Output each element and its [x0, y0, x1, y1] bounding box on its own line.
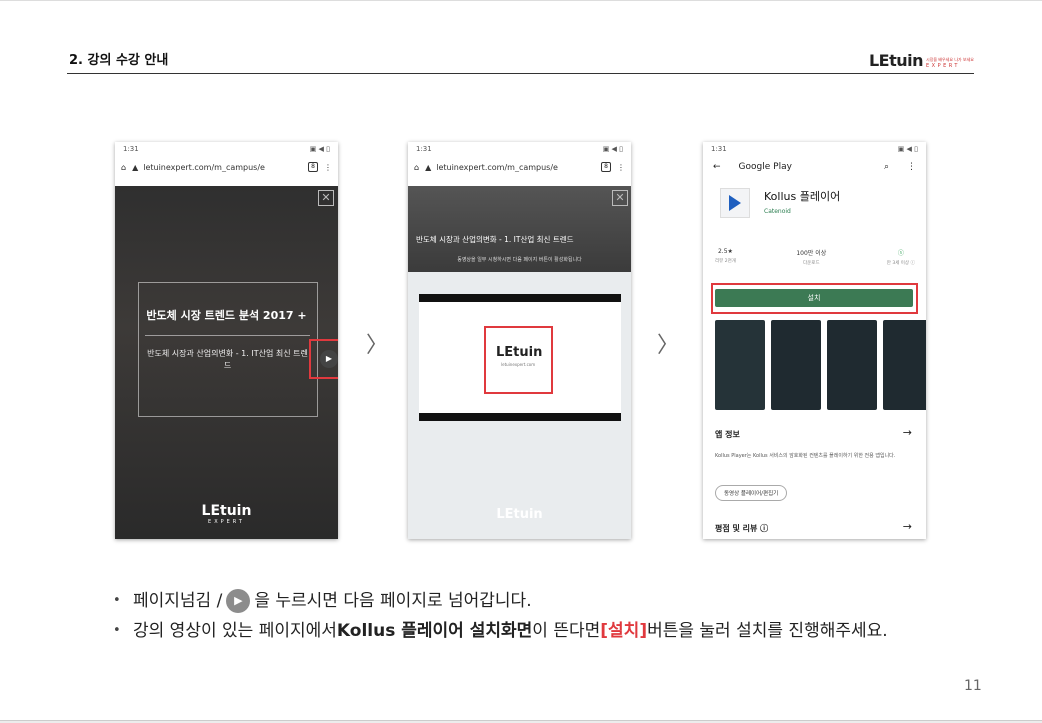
more-icon[interactable]: ⋮	[907, 162, 916, 172]
status-bar: 1:31 ▣ ◀ ▯	[123, 145, 330, 153]
highlight-box-video	[484, 326, 553, 394]
app-stats: 2.5★ 리뷰 2천개 100만 이상 다운로드 ⓢ 만 3세 이상 ⓘ	[715, 248, 915, 266]
chevron-right-icon: 〉	[657, 333, 680, 358]
slide: 2. 강의 수강 안내 LEtuin 시장을 배우세요 나가 보세요 EXPER…	[0, 0, 1042, 721]
back-arrow-icon[interactable]: ←	[713, 162, 721, 172]
app-screenshot[interactable]	[715, 320, 765, 410]
category-chip[interactable]: 동영상 플레이어/편집기	[715, 485, 788, 501]
lecture-notice: 동영상을 일부 시청하시면 다음 페이지 버튼이 활성화됩니다	[457, 257, 582, 263]
app-screenshots[interactable]	[715, 320, 926, 410]
app-screenshot[interactable]	[771, 320, 821, 410]
app-summary: Kollus 플레이어 Catenoid	[703, 178, 926, 218]
more-icon[interactable]: ⋮	[324, 163, 332, 172]
browser-address-bar: ⌂ ▲ letuinexpert.com/m_campus/e 8 ⋮	[408, 156, 631, 178]
play-circle-icon: ▶	[226, 589, 251, 613]
phone-screenshot-course-player: 1:31 ▣ ◀ ▯ ⌂ ▲ letuinexpert.com/m_campus/e…	[115, 142, 338, 539]
header-divider	[67, 73, 974, 74]
video-letterbox-bottom	[419, 413, 621, 421]
app-description: Kollus Player는 Kollus 서비스의 암호화된 컨텐츠를 플레이…	[715, 453, 896, 459]
course-subtitle: 반도체 시장과 산업의변화 - 1. IT산업 최신 트렌드	[147, 349, 308, 370]
app-name: Kollus 플레이어	[764, 190, 841, 203]
app-screenshot[interactable]	[883, 320, 926, 410]
arrow-right-icon[interactable]: →	[903, 426, 912, 439]
section-title: 2. 강의 수강 안내	[69, 53, 169, 68]
letuin-logo: LEtuin 시장을 배우세요 나가 보세요 EXPERT	[868, 51, 974, 70]
close-icon[interactable]: ✕	[612, 190, 628, 206]
instruction-list: • 페이지넘김 / ▶ 을 누르시면 다음 페이지로 넘어갑니다. • 강의 영…	[113, 586, 888, 646]
page-number: 11	[964, 678, 982, 694]
highlight-box-play	[309, 339, 338, 379]
chevron-right-icon: 〉	[366, 333, 389, 358]
warning-icon: ▲	[425, 162, 432, 172]
kollus-app-icon	[720, 188, 750, 218]
course-title: 반도체 시장 트렌드 분석 2017 +	[146, 309, 307, 322]
app-screenshot[interactable]	[827, 320, 877, 410]
instruction-item: • 강의 영상이 있는 페이지에서 Kollus 플레이어 설치화면 이 뜬다면…	[113, 621, 888, 641]
status-bar: 1:31 ▣ ◀ ▯	[416, 145, 623, 153]
logo-wordmark: LEtuin	[868, 51, 924, 70]
app-info-heading[interactable]: 앱 정보	[715, 429, 740, 440]
ratings-heading[interactable]: 평점 및 리뷰 ⓘ	[715, 523, 768, 534]
rating-value: 2.5★	[717, 248, 733, 255]
lecture-title: 반도체 시장과 산업의변화 - 1. IT산업 최신 트렌드	[416, 235, 574, 244]
more-icon[interactable]: ⋮	[617, 163, 625, 172]
tab-count-icon[interactable]: 8	[308, 162, 318, 172]
close-icon[interactable]: ✕	[318, 190, 334, 206]
arrow-right-icon[interactable]: →	[903, 520, 912, 533]
highlight-box-install	[711, 283, 918, 314]
warning-icon: ▲	[132, 162, 139, 172]
video-letterbox-top	[419, 294, 621, 302]
url-text: letuinexpert.com/m_campus/e	[143, 162, 265, 172]
downloads-value: 100만 이상	[796, 250, 827, 257]
search-icon[interactable]: ⌕	[884, 162, 889, 172]
status-bar: 1:31 ▣ ◀ ▯	[711, 145, 918, 153]
tab-count-icon[interactable]: 8	[601, 162, 611, 172]
phone-screenshot-google-play: 1:31 ▣ ◀ ▯ ← Google Play ⌕ ⋮ Kollus 플레이어 …	[703, 142, 926, 539]
app-developer[interactable]: Catenoid	[764, 208, 840, 215]
home-icon[interactable]: ⌂	[121, 163, 126, 172]
url-text: letuinexpert.com/m_campus/e	[436, 162, 558, 172]
phone-screenshot-lecture-video: 1:31 ▣ ◀ ▯ ⌂ ▲ letuinexpert.com/m_campus/e…	[408, 142, 631, 539]
play-store-header: ← Google Play ⌕ ⋮	[703, 156, 926, 178]
browser-address-bar: ⌂ ▲ letuinexpert.com/m_campus/e 8 ⋮	[115, 156, 338, 178]
footer-logo: LEtuin EXPERT	[201, 503, 252, 525]
footer-logo: LEtuin	[496, 507, 543, 522]
instruction-item: • 페이지넘김 / ▶ 을 누르시면 다음 페이지로 넘어갑니다.	[113, 589, 532, 613]
store-title: Google Play	[738, 162, 792, 172]
course-divider	[145, 335, 310, 336]
home-icon[interactable]: ⌂	[414, 163, 419, 172]
logo-expert: EXPERT	[926, 63, 960, 69]
content-rating-icon: ⓢ	[897, 250, 904, 257]
